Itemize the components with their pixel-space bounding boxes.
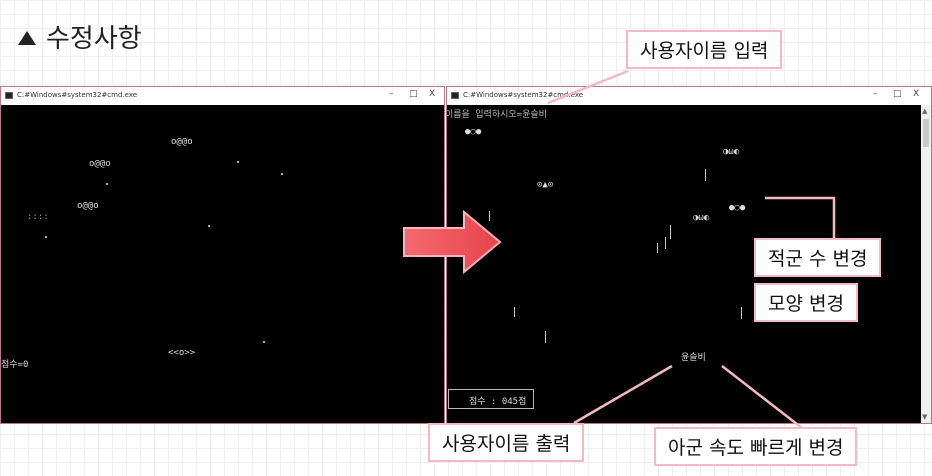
callout-speed-change: 아군 속도 빠르게 변경: [654, 427, 858, 466]
callout-enemy-count: 적군 수 변경: [754, 238, 882, 277]
callout-name-input: 사용자이름 입력: [626, 30, 783, 69]
callout-name-output: 사용자이름 출력: [428, 423, 585, 462]
callout-shape-change: 모양 변경: [754, 283, 858, 322]
